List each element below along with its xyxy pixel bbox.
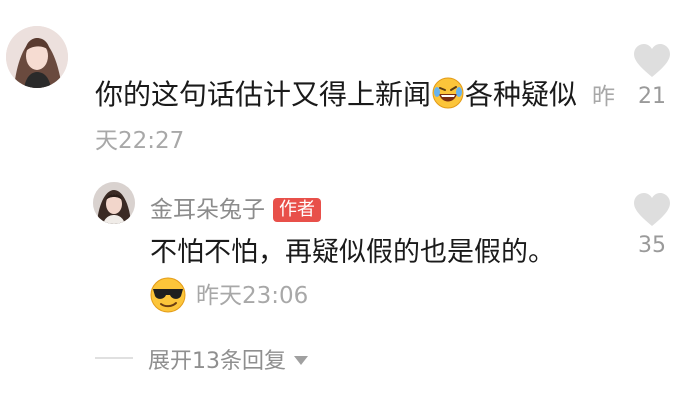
comment-text-continued: 各种疑似: [465, 78, 578, 111]
comment-like-count: 21: [638, 84, 666, 109]
reply-username[interactable]: 金耳朵兔子: [150, 197, 265, 223]
reply-author: 金耳朵兔子 作者: [150, 190, 321, 224]
caret-down-icon: [294, 356, 308, 365]
sunglasses-emoji: [148, 275, 188, 315]
reply-like-count: 35: [638, 233, 666, 258]
comment-like-group[interactable]: 21: [627, 44, 677, 109]
reply-text: 不怕不怕，再疑似假的也是假的。: [150, 237, 555, 268]
expand-divider: [95, 357, 133, 359]
commenter-avatar[interactable]: [6, 26, 68, 88]
heart-icon[interactable]: [633, 44, 671, 78]
heart-icon[interactable]: [633, 193, 671, 227]
expand-replies-label: 展开13条回复: [148, 349, 286, 374]
rolling-laughing-emoji: [431, 76, 465, 110]
comment-body: 你的这句话估计又得上新闻 各种疑似 昨天22:27: [95, 74, 615, 162]
author-avatar[interactable]: [93, 182, 135, 224]
reply-meta: 昨天23:06: [148, 275, 308, 315]
expand-replies-button[interactable]: 展开13条回复: [148, 343, 308, 375]
author-badge: 作者: [273, 198, 321, 222]
reply-time: 昨天23:06: [196, 283, 309, 309]
comment-text: 你的这句话估计又得上新闻: [95, 78, 432, 111]
reply-like-group[interactable]: 35: [627, 193, 677, 258]
